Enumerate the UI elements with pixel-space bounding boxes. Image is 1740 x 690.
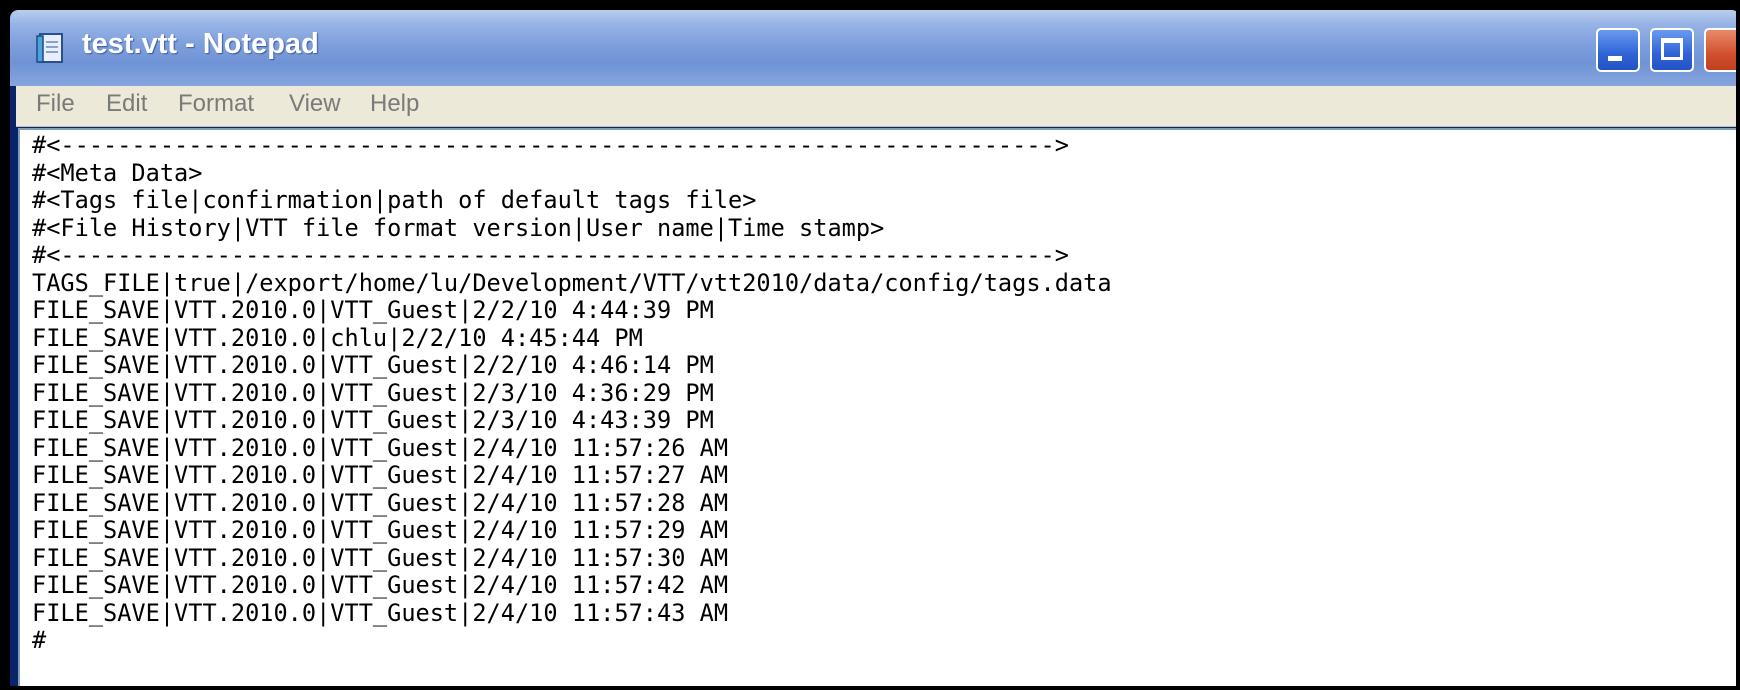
- menu-file[interactable]: File: [36, 90, 75, 118]
- minimize-button[interactable]: [1596, 28, 1640, 72]
- minimize-icon: [1608, 56, 1622, 61]
- menu-bar: File Edit Format View Help: [16, 86, 1740, 127]
- menu-view[interactable]: View: [289, 90, 341, 118]
- menu-help[interactable]: Help: [370, 90, 419, 118]
- menu-format[interactable]: Format: [178, 90, 254, 118]
- maximize-icon: [1661, 38, 1683, 60]
- title-bar[interactable]: test.vtt - Notepad: [10, 10, 1740, 86]
- text-editor-area[interactable]: #<--------------------------------------…: [18, 128, 1740, 686]
- close-button[interactable]: [1704, 28, 1740, 72]
- document-text[interactable]: #<--------------------------------------…: [32, 131, 1112, 655]
- window-title: test.vtt - Notepad: [82, 28, 319, 60]
- maximize-button[interactable]: [1650, 28, 1694, 72]
- notepad-icon: [36, 33, 63, 63]
- window-edge: [1736, 0, 1740, 690]
- menu-edit[interactable]: Edit: [106, 90, 147, 118]
- notepad-window: test.vtt - Notepad File Edit Format View…: [10, 10, 1740, 686]
